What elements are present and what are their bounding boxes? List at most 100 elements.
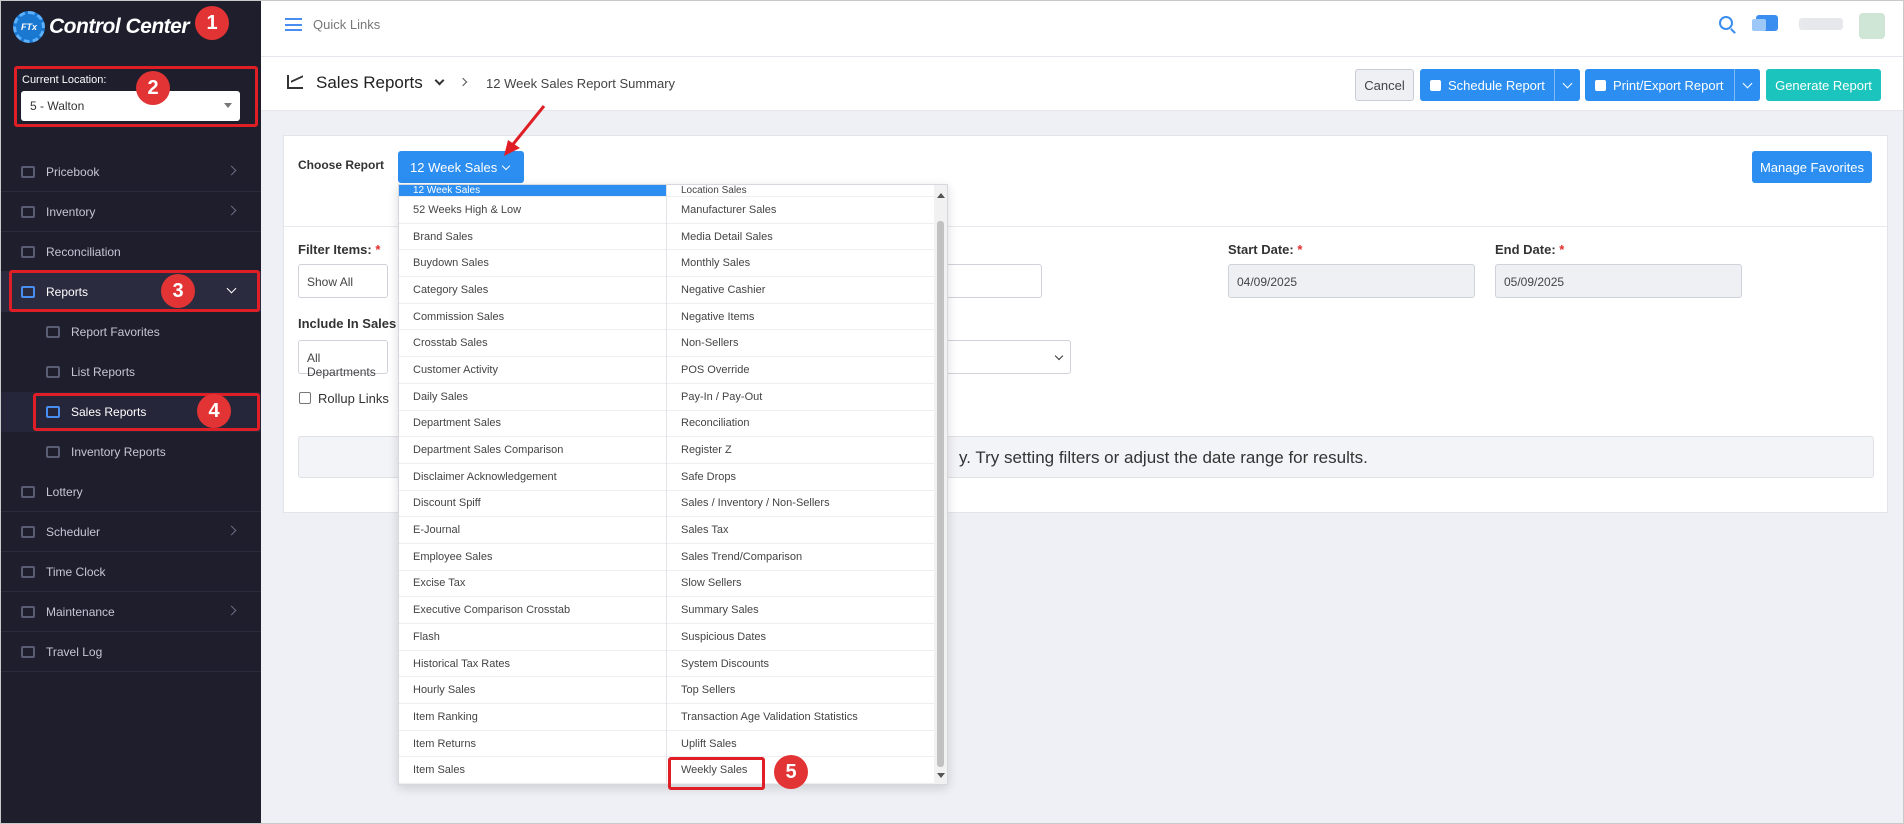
report-option[interactable]: Media Detail Sales: [667, 224, 935, 251]
callout-badge: 2: [136, 71, 170, 105]
callout-badge: 4: [197, 394, 231, 428]
report-option[interactable]: Department Sales Comparison: [399, 437, 666, 464]
print-dropdown-toggle[interactable]: [1734, 69, 1760, 101]
scroll-up-icon[interactable]: [937, 193, 945, 198]
schedule-report-button[interactable]: Schedule Report: [1420, 69, 1580, 101]
report-option[interactable]: Safe Drops: [667, 464, 935, 491]
chevron-down-icon: [501, 161, 511, 170]
sidebar-item-reconciliation[interactable]: Reconciliation: [1, 232, 261, 272]
report-option[interactable]: Reconciliation: [667, 411, 935, 438]
sidebar-item-pricebook[interactable]: Pricebook: [1, 152, 261, 192]
report-option[interactable]: Item Sales: [399, 757, 666, 784]
filter-items-select[interactable]: Show All: [298, 264, 388, 298]
sidebar-item-label: Scheduler: [46, 524, 101, 539]
report-option[interactable]: Negative Items: [667, 304, 935, 331]
sidebar-item-travel-log[interactable]: Travel Log: [1, 632, 261, 672]
report-option[interactable]: Customer Activity: [399, 357, 666, 384]
sidebar-item-maintenance[interactable]: Maintenance: [1, 592, 261, 632]
location-select[interactable]: 5 - Walton: [21, 91, 240, 121]
report-option[interactable]: Sales Tax: [667, 517, 935, 544]
quick-links[interactable]: Quick Links: [313, 17, 380, 32]
top-bar: Quick Links: [261, 1, 1903, 57]
report-option[interactable]: Slow Sellers: [667, 571, 935, 598]
report-option[interactable]: Category Sales: [399, 277, 666, 304]
scroll-down-icon[interactable]: [937, 773, 945, 778]
report-dropdown-menu: 12 Week Sales 52 Weeks High & Low Brand Sa…: [398, 184, 948, 785]
report-option[interactable]: E-Journal: [399, 517, 666, 544]
chevron-down-icon[interactable]: [434, 75, 445, 86]
report-option[interactable]: Brand Sales: [399, 224, 666, 251]
report-option[interactable]: Manufacturer Sales: [667, 197, 935, 224]
sidebar-item-time-clock[interactable]: Time Clock: [1, 552, 261, 592]
app-logo[interactable]: FTx Control Center: [13, 9, 190, 45]
sidebar-item-label: Lottery: [46, 484, 83, 499]
menu-icon[interactable]: [285, 18, 302, 31]
include-in-sales-label: Include In Sales: [298, 316, 397, 331]
sidebar-item-lottery[interactable]: Lottery: [1, 472, 261, 512]
report-option[interactable]: System Discounts: [667, 651, 935, 678]
caret-down-icon: [224, 103, 232, 108]
report-option[interactable]: Uplift Sales: [667, 731, 935, 758]
report-option[interactable]: Register Z: [667, 437, 935, 464]
sidebar-item-reports[interactable]: Reports: [1, 272, 261, 312]
report-option[interactable]: 52 Weeks High & Low: [399, 197, 666, 224]
report-option[interactable]: Top Sellers: [667, 677, 935, 705]
report-option[interactable]: Suspicious Dates: [667, 624, 935, 651]
report-option[interactable]: Item Ranking: [399, 704, 666, 731]
scrollbar[interactable]: [934, 185, 947, 784]
report-option[interactable]: Summary Sales: [667, 597, 935, 624]
location-selector: Current Location: 5 - Walton: [15, 67, 259, 127]
report-option[interactable]: Pay-In / Pay-Out: [667, 384, 935, 411]
include-in-sales-select[interactable]: All Departments: [298, 340, 388, 379]
report-option[interactable]: Executive Comparison Crosstab: [399, 597, 666, 624]
report-option[interactable]: Excise Tax: [399, 571, 666, 598]
page-title[interactable]: Sales Reports: [316, 73, 423, 93]
page-header: Sales Reports 12 Week Sales Report Summa…: [261, 57, 1903, 111]
report-option[interactable]: Department Sales: [399, 411, 666, 438]
sidebar-item-inventory-reports[interactable]: Inventory Reports: [1, 432, 261, 472]
scrollbar-thumb[interactable]: [937, 221, 944, 767]
report-option[interactable]: Transaction Age Validation Statistics: [667, 704, 935, 731]
report-option[interactable]: Disclaimer Acknowledgement: [399, 464, 666, 491]
report-option[interactable]: Crosstab Sales: [399, 330, 666, 358]
chevron-right-icon: [226, 605, 237, 616]
start-date-input[interactable]: 04/09/2025: [1228, 264, 1475, 298]
report-option[interactable]: Flash: [399, 624, 666, 651]
report-option[interactable]: Location Sales: [667, 185, 935, 197]
report-option[interactable]: Buydown Sales: [399, 250, 666, 278]
print-export-button[interactable]: Print/Export Report: [1585, 69, 1760, 101]
report-option[interactable]: 12 Week Sales: [399, 185, 666, 197]
report-option[interactable]: Historical Tax Rates: [399, 651, 666, 678]
end-date-input[interactable]: 05/09/2025: [1495, 264, 1742, 298]
cancel-button[interactable]: Cancel: [1355, 69, 1414, 101]
schedule-dropdown-toggle[interactable]: [1554, 69, 1580, 101]
report-option[interactable]: Commission Sales: [399, 304, 666, 331]
report-option[interactable]: Discount Spiff: [399, 491, 666, 518]
chat-icon[interactable]: [1752, 15, 1778, 31]
report-option[interactable]: Negative Cashier: [667, 277, 935, 304]
report-option[interactable]: Monthly Sales: [667, 250, 935, 278]
avatar[interactable]: [1859, 13, 1885, 39]
generate-report-button[interactable]: Generate Report: [1766, 69, 1881, 101]
report-option[interactable]: Sales / Inventory / Non-Sellers: [667, 491, 935, 518]
manage-favorites-button[interactable]: Manage Favorites: [1752, 151, 1872, 183]
sidebar-item-scheduler[interactable]: Scheduler: [1, 512, 261, 552]
sidebar-item-report-favorites[interactable]: Report Favorites: [1, 312, 261, 352]
sidebar-item-list-reports[interactable]: List Reports: [1, 352, 261, 392]
report-option[interactable]: POS Override: [667, 357, 935, 384]
search-icon[interactable]: [1719, 16, 1733, 30]
rollup-links-checkbox[interactable]: [299, 392, 311, 404]
sidebar-item-label: Sales Reports: [71, 405, 147, 419]
gear-logo-icon: FTx: [13, 11, 45, 43]
report-option[interactable]: Daily Sales: [399, 384, 666, 411]
report-option[interactable]: Non-Sellers: [667, 330, 935, 358]
calendar-icon: [21, 525, 35, 538]
breadcrumb: 12 Week Sales Report Summary: [486, 76, 676, 91]
report-option[interactable]: Item Returns: [399, 731, 666, 758]
sidebar-item-inventory[interactable]: Inventory: [1, 192, 261, 232]
required-mark: *: [1297, 242, 1303, 257]
report-option[interactable]: Hourly Sales: [399, 677, 666, 705]
report-option[interactable]: Employee Sales: [399, 544, 666, 571]
calendar-icon: [1430, 79, 1441, 91]
report-option[interactable]: Sales Trend/Comparison: [667, 544, 935, 571]
